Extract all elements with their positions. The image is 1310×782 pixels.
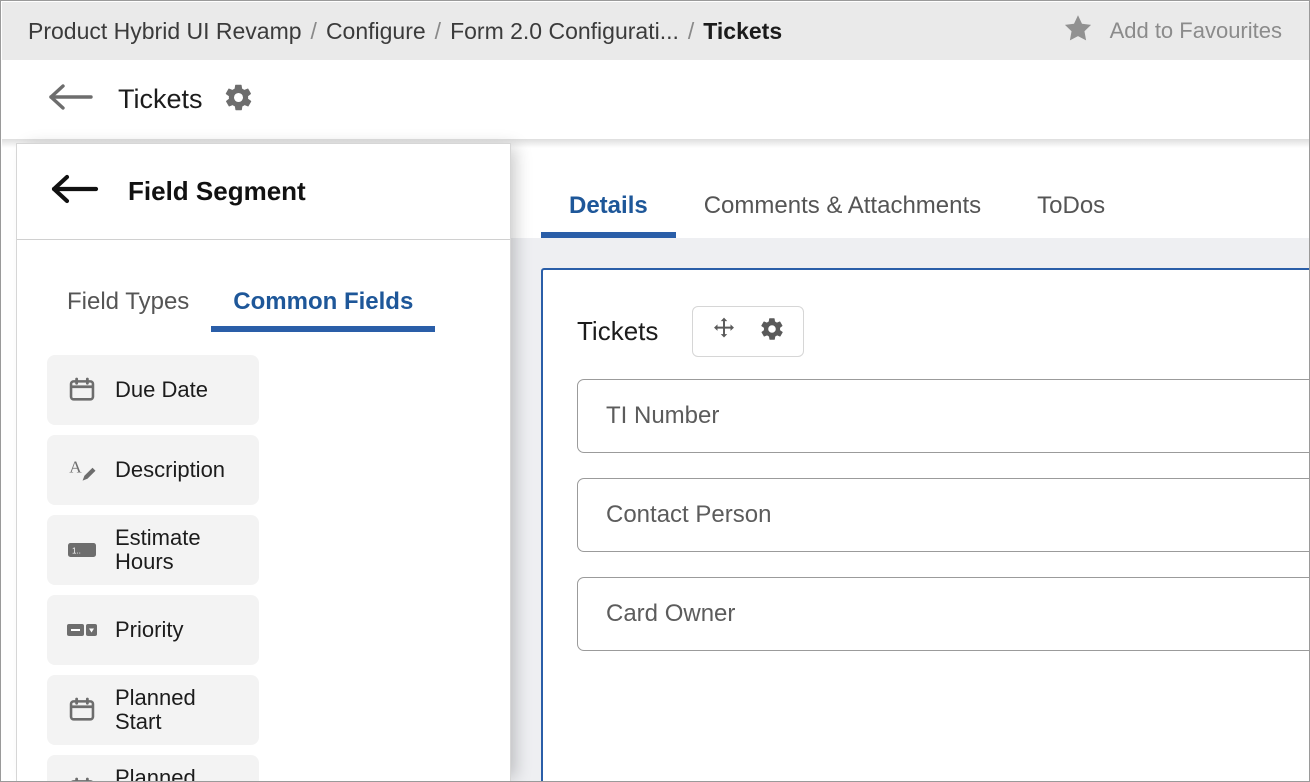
- tickets-form-card[interactable]: Tickets TI Number Contact Person Card Ow…: [541, 268, 1309, 781]
- card-form-fields: TI Number Contact Person Card Owner: [543, 357, 1309, 651]
- field-ti-number[interactable]: TI Number: [577, 379, 1309, 453]
- field-chip-slot: Due Date: [47, 350, 273, 430]
- field-contact-person[interactable]: Contact Person: [577, 478, 1309, 552]
- gear-icon[interactable]: [759, 316, 785, 347]
- star-icon: [1061, 12, 1095, 50]
- field-card-owner[interactable]: Card Owner: [577, 577, 1309, 651]
- tab-comments-attachments-label: Comments & Attachments: [703, 192, 982, 219]
- field-chip-estimate-hours[interactable]: 1.. Estimate Hours: [47, 515, 259, 585]
- add-to-favourites-button[interactable]: Add to Favourites: [1061, 2, 1282, 60]
- tab-field-types[interactable]: Field Types: [45, 240, 211, 332]
- page-title: Tickets: [118, 84, 203, 114]
- gear-icon[interactable]: [223, 82, 254, 118]
- field-chip-slot: Planned Finish: [47, 750, 273, 782]
- breadcrumb-item-0[interactable]: Product Hybrid UI Revamp: [28, 18, 302, 45]
- calendar-icon: [65, 776, 99, 781]
- field-segment-tabs: Field Types Common Fields: [17, 240, 510, 332]
- field-chip-label: Planned Finish: [115, 764, 196, 782]
- tab-field-types-label: Field Types: [67, 288, 190, 315]
- breadcrumb-separator: /: [434, 17, 442, 44]
- breadcrumb-item-current: Tickets: [703, 17, 783, 44]
- detail-content: Tickets TI Number Contact Person Card Ow…: [511, 238, 1309, 781]
- field-chip-slot: Priority: [47, 590, 273, 670]
- breadcrumb-item-1[interactable]: Configure: [326, 18, 426, 45]
- calendar-icon: [65, 696, 99, 724]
- field-chip-label: Planned Start: [115, 684, 196, 734]
- tab-common-fields[interactable]: Common Fields: [211, 240, 436, 332]
- field-chip-label: Priority: [115, 616, 184, 642]
- field-chip-description[interactable]: A Description: [47, 435, 259, 505]
- back-arrow-icon[interactable]: [47, 82, 93, 117]
- number-field-icon: 1..: [65, 540, 99, 560]
- card-header: Tickets: [543, 270, 1309, 357]
- tab-details-label: Details: [569, 192, 648, 219]
- tab-todos[interactable]: ToDos: [1009, 140, 1133, 238]
- tab-details[interactable]: Details: [541, 140, 676, 238]
- common-fields-grid: Due Date A Description 1.. Estimate Hour…: [17, 332, 482, 782]
- breadcrumb-item-2[interactable]: Form 2.0 Configurati...: [450, 18, 679, 45]
- move-icon[interactable]: [711, 316, 737, 347]
- field-contact-person-label: Contact Person: [606, 501, 772, 528]
- field-ti-number-label: TI Number: [606, 402, 720, 429]
- back-arrow-icon[interactable]: [49, 174, 99, 209]
- card-title: Tickets: [577, 316, 659, 346]
- tab-todos-label: ToDos: [1037, 192, 1106, 219]
- field-segment-title: Field Segment: [128, 176, 306, 206]
- breadcrumb-separator: /: [310, 17, 317, 44]
- breadcrumb-separator: /: [687, 17, 695, 44]
- breadcrumb-bar: Product Hybrid UI Revamp / Configure / F…: [2, 2, 1309, 60]
- field-chip-planned-start[interactable]: Planned Start: [47, 675, 259, 745]
- field-chip-planned-finish[interactable]: Planned Finish: [47, 755, 259, 782]
- field-segment-panel: Field Segment Field Types Common Fields: [16, 143, 511, 782]
- field-chip-label: Due Date: [115, 376, 208, 402]
- tab-common-fields-label: Common Fields: [233, 288, 414, 315]
- field-chip-label: Estimate Hours: [115, 524, 201, 574]
- detail-tabs: Details Comments & Attachments ToDos: [511, 140, 1309, 238]
- tab-comments-attachments[interactable]: Comments & Attachments: [676, 140, 1009, 238]
- app-window: Product Hybrid UI Revamp / Configure / F…: [0, 0, 1310, 782]
- detail-pane: Details Comments & Attachments ToDos Tic…: [511, 140, 1309, 781]
- svg-text:A: A: [69, 457, 82, 476]
- field-segment-header: Field Segment: [17, 144, 510, 240]
- page-header: Tickets: [2, 60, 1309, 139]
- card-action-group: [692, 306, 805, 357]
- calendar-icon: [65, 376, 99, 404]
- field-chip-slot: A Description: [47, 430, 273, 510]
- field-card-owner-label: Card Owner: [606, 600, 736, 627]
- svg-text:1..: 1..: [72, 547, 81, 556]
- breadcrumb: Product Hybrid UI Revamp / Configure / F…: [28, 18, 782, 45]
- text-edit-icon: A: [65, 455, 99, 485]
- add-to-favourites-label: Add to Favourites: [1109, 18, 1282, 43]
- field-chip-priority[interactable]: Priority: [47, 595, 259, 665]
- field-chip-due-date[interactable]: Due Date: [47, 355, 259, 425]
- field-chip-slot: Planned Start: [47, 670, 273, 750]
- field-chip-slot: 1.. Estimate Hours: [47, 510, 273, 590]
- dropdown-icon: [65, 620, 99, 640]
- field-chip-label: Description: [115, 456, 226, 482]
